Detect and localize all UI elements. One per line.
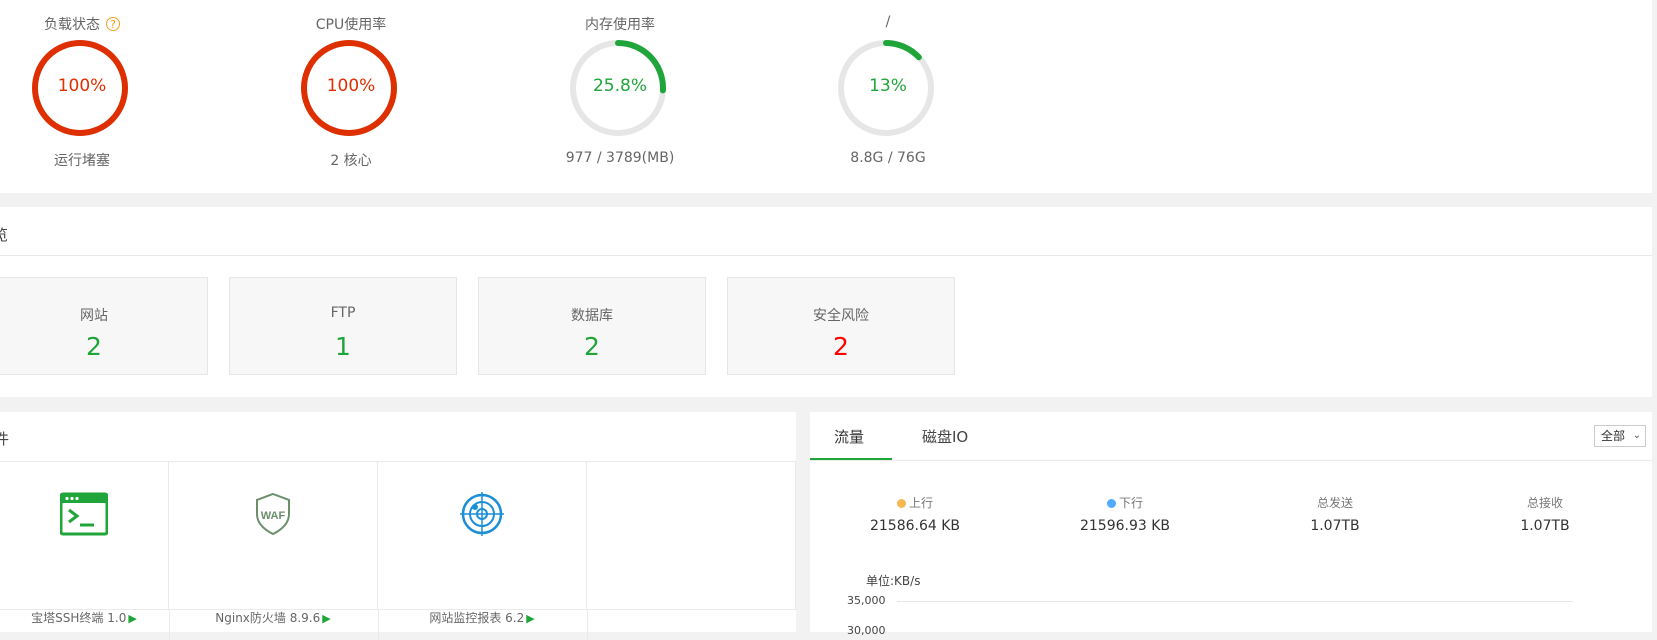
overview-security-risk[interactable]: 安全风险 2 (727, 277, 955, 375)
waf-icon-text: WAF (261, 510, 286, 522)
stat-total-received: 总接收 1.07TB (1470, 494, 1620, 534)
overview-value[interactable]: 1 (230, 332, 456, 361)
gauge-desc: 8.8G / 76G (850, 150, 926, 166)
y-tick-label: 30,000 (847, 624, 886, 637)
software-item-empty[interactable] (378, 610, 588, 640)
radar-monitor-icon (460, 492, 504, 536)
software-item-empty[interactable] (0, 610, 170, 640)
tab-disk-io[interactable]: 磁盘IO (922, 426, 968, 447)
help-icon[interactable]: ? (106, 17, 120, 31)
software-item-empty[interactable] (169, 610, 379, 640)
stat-label: 总接收 (1526, 496, 1563, 510)
overview-ftp[interactable]: FTP 1 (229, 277, 457, 375)
software-title: 件 (0, 430, 10, 448)
overview-label: 数据库 (571, 308, 613, 324)
gauge-desc: 2 核心 (330, 153, 372, 169)
status-panel: 负载状态? 100% 运行堵塞 CPU使用率 100% 2 核心 内存使用率 2… (0, 0, 1652, 193)
traffic-panel: 流量 磁盘IO 全部 ⌄ 上行 21586.64 KB 下行 21596.93 … (810, 412, 1652, 637)
range-select[interactable]: 全部 ⌄ (1594, 425, 1646, 447)
overview-value[interactable]: 2 (728, 332, 954, 361)
stat-download: 下行 21596.93 KB (1050, 494, 1200, 534)
divider (0, 255, 1652, 256)
divider (810, 460, 1652, 461)
chart-gridline (897, 601, 1573, 602)
gauge-memory[interactable]: 内存使用率 25.8% 977 / 3789(MB) (520, 0, 720, 193)
stat-value: 21596.93 KB (1079, 518, 1171, 534)
overview-label: FTP (330, 305, 356, 321)
software-item-nginx-waf[interactable]: WAF Nginx防火墙 8.9.6 ▶ (169, 462, 378, 625)
gauge-value: 25.8% (592, 76, 647, 96)
gauge-title: 内存使用率 (585, 17, 655, 33)
software-panel: 件 宝塔SSH终端 1.0 ▶ WAF Nginx防火墙 8.9.6 ▶ 网站监… (0, 412, 796, 640)
gauge-value: 13% (869, 76, 907, 96)
y-tick-label: 35,000 (847, 594, 886, 607)
upload-dot-icon (896, 499, 906, 508)
overview-value[interactable]: 2 (0, 332, 207, 361)
stat-value: 21586.64 KB (869, 518, 961, 534)
software-item-empty[interactable] (587, 462, 796, 609)
stat-total-sent: 总发送 1.07TB (1260, 494, 1410, 534)
gauge-cpu[interactable]: CPU使用率 100% 2 核心 (251, 0, 451, 193)
gauge-title: 负载状态? (0, 14, 182, 34)
gauge-title: / (885, 14, 891, 30)
chart-unit-label: 单位:KB/s (866, 574, 921, 588)
overview-label: 网站 (80, 308, 108, 324)
gauge-desc: 977 / 3789(MB) (565, 150, 675, 166)
gauge-load[interactable]: 负载状态? 100% 运行堵塞 (0, 0, 182, 193)
terminal-icon (60, 492, 108, 536)
gauge-value: 100% (57, 76, 107, 96)
gauge-title: CPU使用率 (315, 17, 387, 33)
stat-upload: 上行 21586.64 KB (840, 494, 990, 534)
download-dot-icon (1106, 499, 1116, 508)
stat-label: 总发送 (1316, 496, 1353, 510)
overview-sites[interactable]: 网站 2 (0, 277, 208, 375)
overview-panel: 览 网站 2 FTP 1 数据库 2 安全风险 2 (0, 207, 1652, 397)
stat-value: 1.07TB (1310, 518, 1360, 534)
software-item-ssh-terminal[interactable]: 宝塔SSH终端 1.0 ▶ (0, 462, 169, 625)
gauge-desc: 运行堵塞 (54, 153, 110, 169)
gauge-disk-root[interactable]: / 13% 8.8G / 76G (788, 0, 988, 193)
gauge-value: 100% (326, 76, 376, 96)
tab-traffic[interactable]: 流量 (834, 426, 864, 447)
overview-database[interactable]: 数据库 2 (478, 277, 706, 375)
software-item-site-monitor[interactable]: 网站监控报表 6.2 ▶ (378, 462, 587, 625)
waf-shield-icon: WAF (256, 492, 290, 536)
chevron-down-icon: ⌄ (1632, 430, 1641, 441)
overview-label: 安全风险 (813, 308, 869, 324)
overview-title: 览 (0, 226, 9, 244)
overview-value[interactable]: 2 (479, 332, 705, 361)
stat-value: 1.07TB (1520, 518, 1570, 534)
